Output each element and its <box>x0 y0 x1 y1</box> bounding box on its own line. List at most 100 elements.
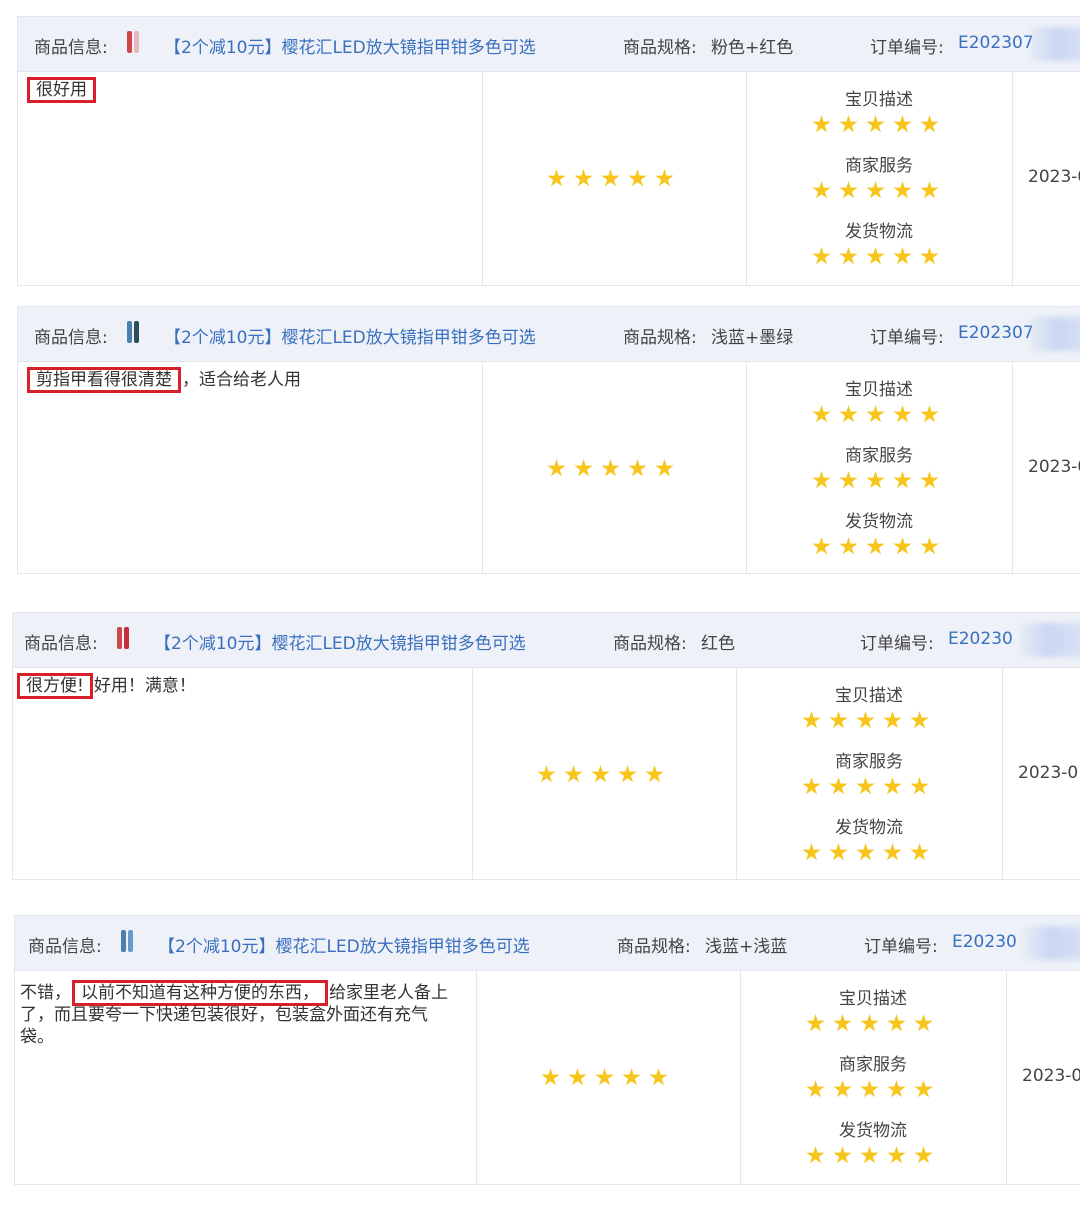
rating-dimension-label: 发货物流 <box>839 1121 907 1141</box>
product-info-label: 商品信息: <box>34 38 108 58</box>
star-icon <box>591 765 610 783</box>
review-card: 商品信息: 【2个减10元】樱花汇LED放大镜指甲钳多色可选 商品规格: 粉色+红色 订… <box>17 16 1080 286</box>
product-thumbnail[interactable] <box>117 627 131 649</box>
star-icon <box>537 765 556 783</box>
order-number[interactable]: E20230 <box>948 629 1013 649</box>
rating-dimension-label: 发货物流 <box>835 818 903 838</box>
star-icon <box>839 405 858 423</box>
overall-rating-stars <box>541 1068 668 1087</box>
star-icon <box>893 405 912 423</box>
rating-dimension-label: 发货物流 <box>845 512 913 532</box>
review-text: 很好用 <box>26 77 466 103</box>
spec-value: 粉色+红色 <box>711 38 794 58</box>
star-icon <box>645 765 664 783</box>
review-card: 商品信息: 【2个减10元】樱花汇LED放大镜指甲钳多色可选 商品规格: 浅蓝+墨绿 订… <box>17 306 1080 574</box>
star-icon <box>914 1146 933 1164</box>
star-icon <box>893 115 912 133</box>
dimension-rating-stars <box>812 115 939 134</box>
product-thumbnail[interactable] <box>121 930 135 952</box>
rating-dimension-label: 商家服务 <box>845 446 913 466</box>
star-icon <box>910 843 929 861</box>
star-icon <box>887 1014 906 1032</box>
star-icon <box>574 459 593 477</box>
spec-label: 商品规格: <box>613 634 687 654</box>
dimension-rating-stars <box>812 247 939 266</box>
star-icon <box>541 1068 560 1086</box>
order-number[interactable]: E202307 <box>958 323 1034 343</box>
star-icon <box>893 181 912 199</box>
product-thumbnail[interactable] <box>127 321 141 343</box>
star-icon <box>812 181 831 199</box>
review-highlight: 很好用 <box>27 77 96 103</box>
star-icon <box>601 459 620 477</box>
star-icon <box>856 777 875 795</box>
column-divider <box>1006 970 1007 1184</box>
star-icon <box>839 115 858 133</box>
star-icon <box>806 1080 825 1098</box>
product-link[interactable]: 【2个减10元】樱花汇LED放大镜指甲钳多色可选 <box>164 323 536 348</box>
order-number[interactable]: E20230 <box>952 932 1017 952</box>
product-link[interactable]: 【2个减10元】樱花汇LED放大镜指甲钳多色可选 <box>164 33 536 58</box>
star-icon <box>655 169 674 187</box>
order-label: 订单编号: <box>870 328 944 348</box>
card-header: 商品信息: 【2个减10元】樱花汇LED放大镜指甲钳多色可选 商品规格: 红色 订单编号… <box>13 613 1080 668</box>
dimension-rating-stars <box>806 1014 933 1033</box>
star-icon <box>883 843 902 861</box>
star-icon <box>812 471 831 489</box>
star-icon <box>839 181 858 199</box>
dimension-rating-stars <box>812 181 939 200</box>
spec-value: 红色 <box>701 634 735 654</box>
star-icon <box>622 1068 641 1086</box>
spec-label: 商品规格: <box>617 937 691 957</box>
star-icon <box>839 247 858 265</box>
star-icon <box>833 1014 852 1032</box>
star-icon <box>920 115 939 133</box>
star-icon <box>806 1146 825 1164</box>
star-icon <box>829 777 848 795</box>
review-rest: ，适合给老人用 <box>182 370 301 390</box>
review-rest: 好用！满意！ <box>93 676 196 696</box>
rating-dimension-label: 发货物流 <box>845 222 913 242</box>
star-icon <box>860 1146 879 1164</box>
spec-value: 浅蓝+墨绿 <box>711 328 794 348</box>
column-divider <box>736 667 737 879</box>
star-icon <box>914 1080 933 1098</box>
rating-dimension-label: 商家服务 <box>835 752 903 772</box>
rating-dimension-label: 商家服务 <box>845 156 913 176</box>
rating-dimension-label: 宝贝描述 <box>845 90 913 110</box>
redacted-area <box>1024 926 1080 960</box>
redacted-area <box>1030 27 1080 61</box>
review-card: 商品信息: 【2个减10元】樱花汇LED放大镜指甲钳多色可选 商品规格: 浅蓝+浅蓝 订… <box>14 915 1080 1185</box>
star-icon <box>893 537 912 555</box>
star-icon <box>595 1068 614 1086</box>
star-icon <box>839 537 858 555</box>
column-divider <box>746 361 747 573</box>
order-number[interactable]: E202307 <box>958 33 1034 53</box>
product-info-label: 商品信息: <box>24 634 98 654</box>
column-divider <box>482 71 483 285</box>
star-icon <box>920 537 939 555</box>
rating-dimension-label: 宝贝描述 <box>835 686 903 706</box>
column-divider <box>1012 71 1013 285</box>
star-icon <box>655 459 674 477</box>
product-link[interactable]: 【2个减10元】樱花汇LED放大镜指甲钳多色可选 <box>154 629 526 654</box>
dimension-rating-stars <box>802 777 929 796</box>
star-icon <box>860 1080 879 1098</box>
column-divider <box>1002 667 1003 879</box>
star-icon <box>920 181 939 199</box>
review-highlight: 剪指甲看得很清楚 <box>27 367 181 393</box>
column-divider <box>482 361 483 573</box>
star-icon <box>866 247 885 265</box>
star-icon <box>856 843 875 861</box>
star-icon <box>866 471 885 489</box>
star-icon <box>812 247 831 265</box>
product-thumbnail[interactable] <box>127 31 141 53</box>
order-label: 订单编号: <box>864 937 938 957</box>
card-header: 商品信息: 【2个减10元】樱花汇LED放大镜指甲钳多色可选 商品规格: 浅蓝+浅蓝 订… <box>15 916 1080 971</box>
star-icon <box>829 843 848 861</box>
review-highlight: 以前不知道有这种方便的东西， <box>72 980 328 1006</box>
dimension-rating-stars <box>802 843 929 862</box>
star-icon <box>833 1146 852 1164</box>
product-link[interactable]: 【2个减10元】樱花汇LED放大镜指甲钳多色可选 <box>158 932 530 957</box>
card-header: 商品信息: 【2个减10元】樱花汇LED放大镜指甲钳多色可选 商品规格: 浅蓝+墨绿 订… <box>18 307 1080 362</box>
